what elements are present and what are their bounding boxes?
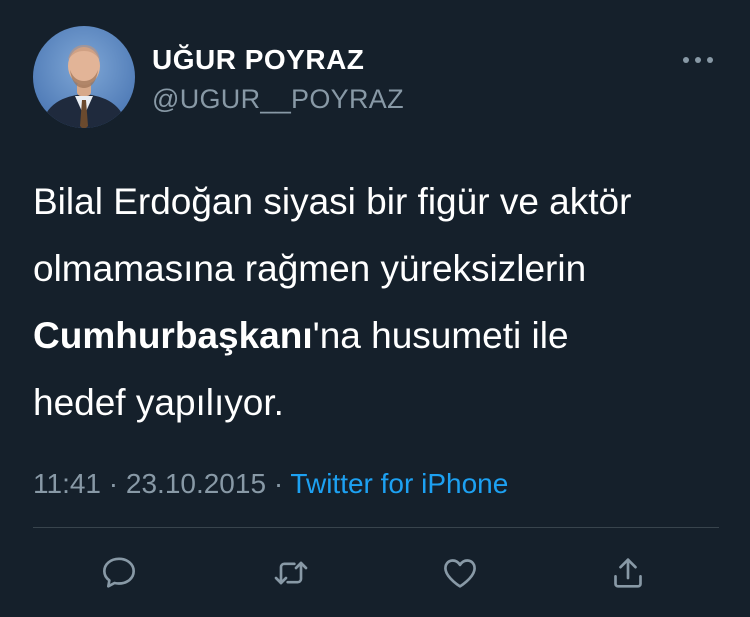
tweet-text: Bilal Erdoğan siyasi bir figür ve aktör …: [33, 168, 723, 436]
heart-icon: [444, 559, 476, 588]
like-button[interactable]: [435, 548, 485, 598]
user-handle[interactable]: @UGUR__POYRAZ: [152, 84, 404, 115]
retweet-arrows-icon: [274, 561, 308, 585]
divider: [33, 527, 719, 528]
share-upload-icon: [614, 558, 642, 588]
retweet-button[interactable]: [266, 548, 316, 598]
tweet-meta: 11:41 · 23.10.2015 · Twitter for iPhone: [33, 468, 508, 500]
display-name[interactable]: UĞUR POYRAZ: [152, 44, 364, 76]
meta-separator: ·: [273, 468, 284, 499]
profile-photo-icon: [33, 26, 135, 128]
tweet-text-line: Bilal Erdoğan siyasi bir figür ve aktör: [33, 181, 632, 222]
tweet-card: UĞUR POYRAZ @UGUR__POYRAZ Bilal Erdoğan …: [0, 0, 750, 617]
tweet-text-rest: 'na husumeti ile: [312, 315, 569, 356]
tweet-text-line: hedef yapılıyor.: [33, 382, 284, 423]
tweet-text-line: olmamasına rağmen yüreksizlerin: [33, 248, 587, 289]
action-bar: [0, 548, 750, 598]
meta-separator: ·: [108, 468, 119, 499]
speech-bubble-icon: [103, 557, 136, 588]
avatar[interactable]: [33, 26, 135, 128]
tweet-source-link[interactable]: Twitter for iPhone: [290, 468, 508, 499]
reply-button[interactable]: [94, 548, 144, 598]
share-button[interactable]: [603, 548, 653, 598]
tweet-time[interactable]: 11:41: [33, 468, 101, 499]
more-options-icon[interactable]: [676, 48, 720, 72]
tweet-text-bold: Cumhurbaşkanı: [33, 315, 313, 356]
tweet-date[interactable]: 23.10.2015: [126, 468, 266, 499]
tweet-text-line: Cumhurbaşkanı'na husumeti ile: [33, 302, 723, 369]
